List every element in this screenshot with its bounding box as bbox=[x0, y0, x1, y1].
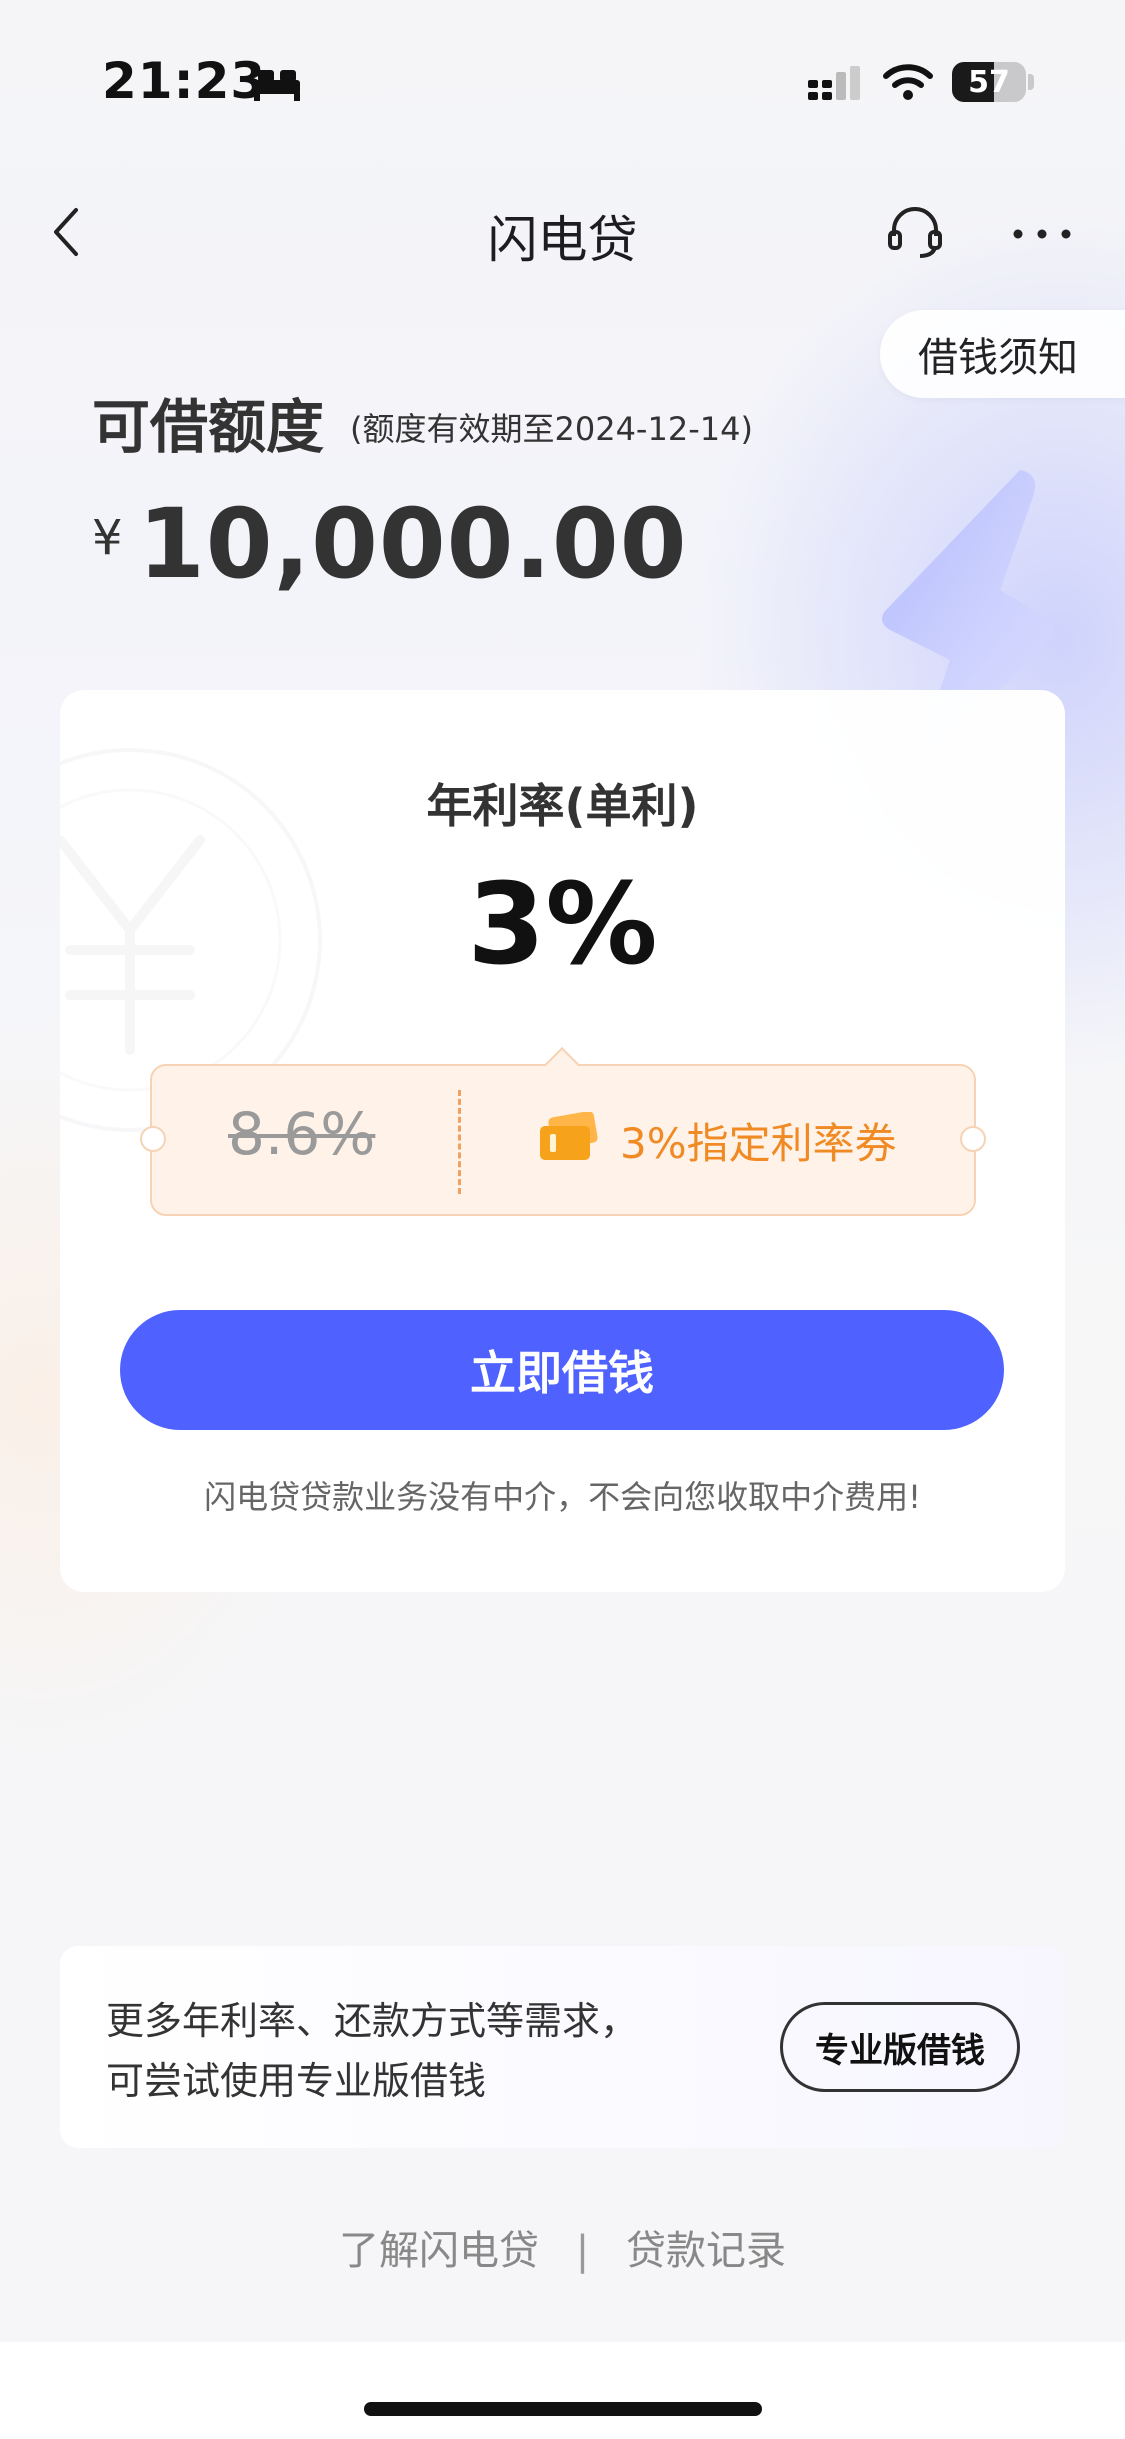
more-icon[interactable] bbox=[1012, 225, 1072, 244]
sleep-focus-icon bbox=[252, 66, 302, 106]
credit-validity: (额度有效期至2024-12-14) bbox=[350, 410, 753, 448]
coupon-notch-left bbox=[140, 1126, 166, 1152]
original-rate: 8.6% bbox=[228, 1100, 376, 1168]
currency-symbol: ¥ bbox=[92, 510, 123, 566]
footer-separator: | bbox=[575, 2228, 590, 2274]
credit-amount: 10,000.00 bbox=[138, 488, 688, 600]
cellular-signal-icon bbox=[806, 66, 862, 106]
bottom-safe-area bbox=[0, 2342, 1125, 2439]
credit-limit-label: 可借额度 bbox=[92, 393, 325, 461]
coupon-divider bbox=[458, 1090, 461, 1194]
pro-banner-text-line1: 更多年利率、还款方式等需求， bbox=[106, 1999, 639, 2043]
pro-banner-text-line2: 可尝试使用专业版借钱 bbox=[106, 2059, 487, 2103]
borrow-now-button[interactable]: 立即借钱 bbox=[120, 1310, 1004, 1430]
wifi-icon bbox=[882, 62, 934, 106]
annual-rate-value: 3% bbox=[467, 860, 658, 990]
battery-indicator: 57 bbox=[952, 62, 1026, 102]
battery-cap bbox=[1028, 74, 1034, 90]
home-indicator[interactable] bbox=[364, 2402, 762, 2416]
loan-offer-card: 年利率(单利) 3% 8.6% 3%指定利率券 立即借钱 闪电贷贷款业务没有中介… bbox=[60, 690, 1065, 1592]
no-agent-disclaimer: 闪电贷贷款业务没有中介，不会向您收取中介费用! bbox=[204, 1478, 921, 1516]
pro-version-borrow-button[interactable]: 专业版借钱 bbox=[780, 2002, 1020, 2092]
coupon-notch-right bbox=[960, 1126, 986, 1152]
footer-links: 了解闪电贷 | 贷款记录 bbox=[0, 2218, 1125, 2276]
pro-version-banner: 更多年利率、还款方式等需求， 可尝试使用专业版借钱 专业版借钱 bbox=[60, 1946, 1065, 2148]
borrowing-notice-button[interactable]: 借钱须知 bbox=[880, 310, 1125, 398]
about-link[interactable]: 了解闪电贷 bbox=[339, 2218, 539, 2276]
headset-icon[interactable] bbox=[886, 204, 944, 264]
status-time: 21:23 bbox=[102, 52, 267, 110]
ticket-icon bbox=[536, 1111, 600, 1168]
loan-records-link[interactable]: 贷款记录 bbox=[626, 2218, 786, 2276]
page-title: 闪电贷 bbox=[487, 211, 638, 269]
coupon-label: 3%指定利率券 bbox=[620, 1119, 897, 1168]
annual-rate-label: 年利率(单利) bbox=[426, 779, 699, 833]
battery-percent: 57 bbox=[968, 64, 1010, 100]
